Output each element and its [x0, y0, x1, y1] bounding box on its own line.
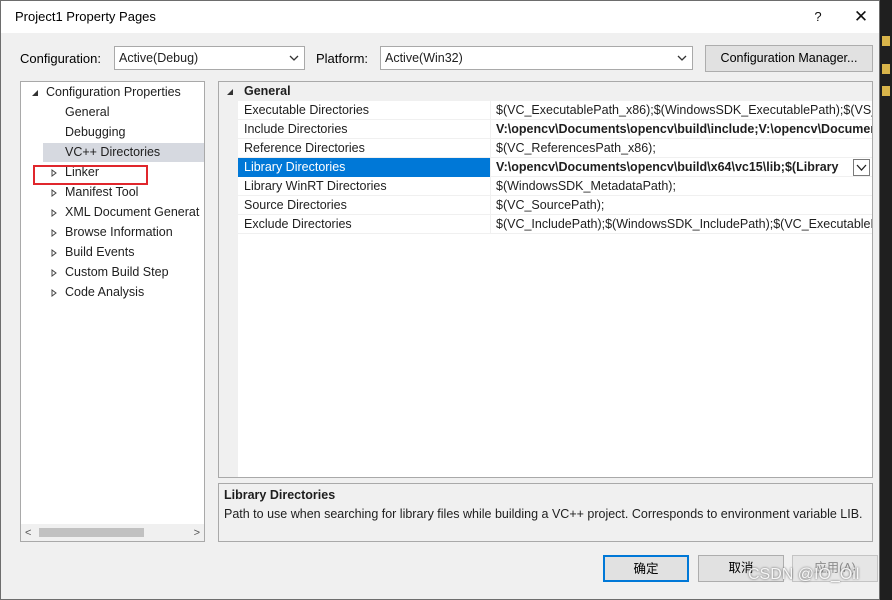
platform-label: Platform:: [316, 51, 369, 66]
category-tree[interactable]: Configuration Properties General Debuggi…: [20, 81, 205, 542]
platform-value: Active(Win32): [385, 51, 463, 65]
configuration-dropdown[interactable]: Active(Debug): [114, 46, 305, 70]
collapsed-triangle-icon[interactable]: [50, 289, 58, 297]
property-row[interactable]: Include Directories V:\opencv\Documents\…: [238, 120, 872, 139]
property-row[interactable]: Source Directories $(VC_SourcePath);: [238, 196, 872, 215]
property-value[interactable]: $(WindowsSDK_MetadataPath);: [492, 177, 872, 196]
help-button[interactable]: ?: [807, 6, 829, 28]
description-title: Library Directories: [224, 488, 336, 502]
collapsed-triangle-icon[interactable]: [50, 229, 58, 237]
chevron-down-icon: [289, 55, 299, 61]
expanded-triangle-icon[interactable]: [226, 88, 234, 96]
tree-item-label: Code Analysis: [65, 285, 145, 299]
close-button[interactable]: ✕: [847, 5, 875, 29]
tree-item-label: General: [65, 105, 110, 119]
collapsed-triangle-icon[interactable]: [50, 249, 58, 257]
property-name: Source Directories: [238, 196, 491, 215]
property-name: Exclude Directories: [238, 215, 491, 234]
property-row[interactable]: Library WinRT Directories $(WindowsSDK_M…: [238, 177, 872, 196]
background-ide-strip: [880, 0, 892, 600]
property-row-selected[interactable]: Library Directories V:\opencv\Documents\…: [238, 158, 872, 177]
background-marker: [882, 86, 890, 96]
property-row[interactable]: Exclude Directories $(VC_IncludePath);$(…: [238, 215, 872, 234]
property-name: Reference Directories: [238, 139, 491, 158]
tree-item-label: XML Document Generat: [65, 205, 200, 219]
tree-horizontal-scrollbar[interactable]: < >: [21, 524, 204, 541]
title-bar: Project1 Property Pages ? ✕: [1, 1, 879, 33]
scroll-left-icon[interactable]: <: [25, 527, 31, 539]
property-pages-dialog: Project1 Property Pages ? ✕ Configuratio…: [0, 0, 880, 600]
background-marker: [882, 36, 890, 46]
property-name: Include Directories: [238, 120, 491, 139]
property-row[interactable]: Executable Directories $(VC_ExecutablePa…: [238, 101, 872, 120]
tree-item-label: VC++ Directories: [65, 145, 161, 159]
ok-button[interactable]: 确定: [603, 555, 689, 582]
window-title: Project1 Property Pages: [15, 9, 156, 24]
property-name: Executable Directories: [238, 101, 491, 120]
background-marker: [882, 64, 890, 74]
scroll-right-icon[interactable]: >: [194, 527, 200, 539]
description-panel: Library Directories Path to use when sea…: [218, 483, 873, 542]
property-value[interactable]: V:\opencv\Documents\opencv\build\x64\vc1…: [492, 158, 852, 177]
scrollbar-thumb[interactable]: [39, 528, 144, 537]
property-value[interactable]: V:\opencv\Documents\opencv\build\include…: [492, 120, 872, 139]
configuration-value: Active(Debug): [119, 51, 199, 65]
property-row[interactable]: Reference Directories $(VC_ReferencesPat…: [238, 139, 872, 158]
tree-root-label: Configuration Properties: [46, 85, 181, 99]
platform-dropdown[interactable]: Active(Win32): [380, 46, 693, 70]
collapsed-triangle-icon[interactable]: [50, 269, 58, 277]
tree-item-label: Manifest Tool: [65, 185, 139, 199]
tree-item-label: Browse Information: [65, 225, 173, 239]
section-title: General: [244, 84, 291, 98]
tree-item-label: Custom Build Step: [65, 265, 169, 279]
tree-item-label: Debugging: [65, 125, 126, 139]
expanded-triangle-icon: [32, 90, 38, 96]
grid-gutter: [219, 82, 238, 477]
collapsed-triangle-icon[interactable]: [50, 209, 58, 217]
chevron-down-icon: [677, 55, 687, 61]
tree-item-label: Build Events: [65, 245, 135, 259]
description-text: Path to use when searching for library f…: [224, 507, 863, 521]
property-name: Library Directories: [238, 158, 491, 177]
property-value[interactable]: $(VC_SourcePath);: [492, 196, 872, 215]
linker-highlight-box: [33, 165, 148, 185]
value-dropdown-button[interactable]: [853, 159, 870, 176]
configuration-label: Configuration:: [20, 51, 101, 66]
property-name: Library WinRT Directories: [238, 177, 491, 196]
chevron-down-icon: [856, 164, 867, 171]
property-value[interactable]: $(VC_IncludePath);$(WindowsSDK_IncludePa…: [492, 215, 872, 234]
grid-section-header[interactable]: General: [219, 82, 872, 101]
property-value[interactable]: $(VC_ReferencesPath_x86);: [492, 139, 872, 158]
watermark: CSDN @IO_Oil: [748, 566, 860, 583]
configuration-manager-button[interactable]: Configuration Manager...: [705, 45, 873, 72]
property-value[interactable]: $(VC_ExecutablePath_x86);$(WindowsSDK_Ex…: [492, 101, 872, 120]
property-grid[interactable]: General Executable Directories $(VC_Exec…: [218, 81, 873, 478]
collapsed-triangle-icon[interactable]: [50, 189, 58, 197]
